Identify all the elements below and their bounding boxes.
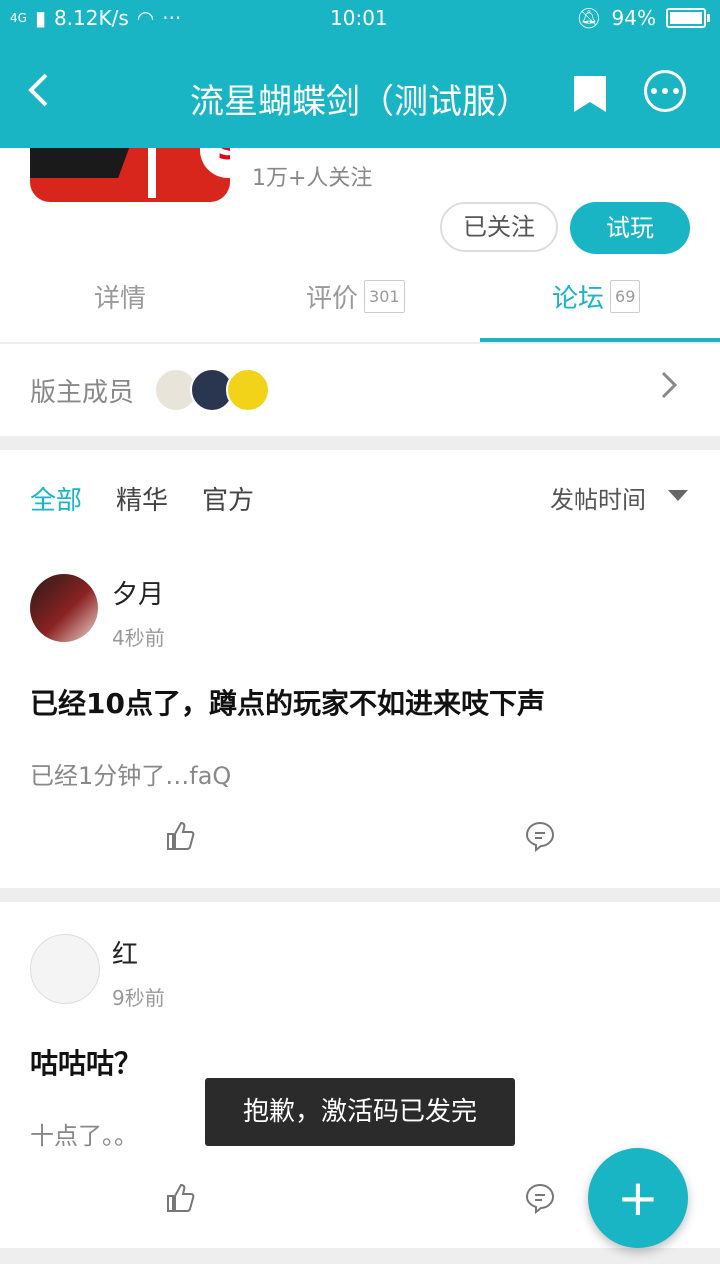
- post-author[interactable]: 夕月: [112, 574, 164, 611]
- tab-label: 详情: [94, 284, 147, 314]
- more-button[interactable]: [644, 70, 686, 112]
- section-divider: [0, 436, 720, 450]
- filter-bar: 全部 精华 官方 发帖时间: [0, 450, 720, 540]
- like-icon[interactable]: [164, 820, 196, 852]
- clock: 10:01: [330, 6, 388, 30]
- moderators-label: 版主成员: [30, 378, 135, 408]
- active-tab-indicator: [480, 338, 720, 342]
- post-excerpt[interactable]: 已经1分钟了…faQ: [30, 756, 231, 791]
- post-time: 4秒前: [112, 626, 165, 650]
- battery-level: 94%: [611, 6, 656, 30]
- comment-icon[interactable]: [524, 1182, 556, 1215]
- tab-label: 论坛: [552, 284, 605, 314]
- page-title: 流星蝴蝶剑（测试服）: [190, 82, 530, 122]
- new-post-button[interactable]: +: [588, 1148, 688, 1248]
- wifi-icon: ◠: [136, 6, 155, 30]
- post-time: 9秒前: [112, 986, 165, 1010]
- status-bar: 4G ▮ 8.12K/s ◠ ··· 10:01 🔕︎ 94%: [0, 0, 720, 36]
- status-more: ···: [162, 6, 182, 30]
- post-item[interactable]: 夕月 4秒前 已经10点了，蹲点的玩家不如进来吱下声 已经1分钟了…faQ: [0, 560, 720, 886]
- dot-icon: [651, 88, 657, 94]
- filter-official[interactable]: 官方: [202, 480, 254, 517]
- network-indicator: 4G: [10, 11, 27, 25]
- avatar: [226, 368, 270, 412]
- post-excerpt[interactable]: 十点了。。: [30, 1116, 138, 1151]
- dot-icon: [673, 88, 679, 94]
- toast-message: 抱歉，激活码已发完: [205, 1078, 515, 1146]
- back-button[interactable]: [26, 72, 50, 116]
- moderators-row[interactable]: 版主成员: [0, 344, 720, 434]
- like-icon[interactable]: [164, 1182, 196, 1214]
- try-button[interactable]: 试玩: [570, 202, 690, 254]
- tab-label: 评价: [306, 284, 359, 314]
- mute-icon: 🔕︎: [576, 6, 602, 30]
- comment-icon[interactable]: [524, 820, 556, 853]
- avatar[interactable]: [30, 934, 100, 1004]
- caret-down-icon: [668, 490, 688, 501]
- avatar[interactable]: [30, 574, 98, 642]
- chevron-right-icon: [660, 370, 678, 408]
- signal-icon: ▮: [34, 6, 46, 30]
- post-title[interactable]: 已经10点了，蹲点的玩家不如进来吱下声: [30, 682, 545, 722]
- nav-bar: 流星蝴蝶剑（测试服）: [0, 50, 720, 140]
- tab-details[interactable]: 详情: [94, 278, 146, 315]
- bookmark-button[interactable]: [572, 74, 608, 114]
- post-divider: [0, 1248, 720, 1264]
- post-author[interactable]: 红: [112, 934, 138, 971]
- tab-bar: 详情 评价 301 论坛 69: [0, 268, 720, 344]
- filter-all[interactable]: 全部: [30, 480, 82, 517]
- post-divider: [0, 888, 720, 902]
- chevron-left-icon: [28, 73, 48, 107]
- tab-reviews[interactable]: 评价 301: [306, 278, 405, 315]
- dot-icon: [662, 88, 668, 94]
- bookmark-icon: [574, 76, 606, 112]
- filter-featured[interactable]: 精华: [116, 480, 168, 517]
- post-title[interactable]: 咕咕咕？: [30, 1042, 142, 1082]
- follower-count: 1万+人关注: [252, 166, 373, 191]
- followed-button[interactable]: 已关注: [440, 202, 558, 252]
- tab-count: 301: [364, 280, 405, 313]
- moderator-avatars: [154, 368, 270, 412]
- sort-dropdown[interactable]: 发帖时间: [550, 480, 646, 515]
- network-speed: 8.12K/s: [53, 6, 129, 30]
- tab-forum[interactable]: 论坛 69: [552, 278, 641, 315]
- battery-icon: [666, 8, 710, 28]
- tab-count: 69: [610, 280, 641, 313]
- top-bar: 4G ▮ 8.12K/s ◠ ··· 10:01 🔕︎ 94% 流星蝴蝶剑（测试…: [0, 0, 720, 148]
